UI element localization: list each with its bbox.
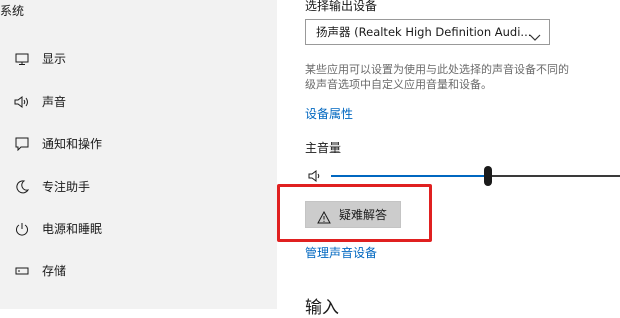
description-line: 级声音选项中自定义应用音量和设备。	[305, 78, 492, 91]
sidebar-item-power-sleep[interactable]: 电源和睡眠	[0, 211, 277, 247]
master-volume-label: 主音量	[305, 141, 342, 155]
output-device-value: 扬声器 (Realtek High Definition Audi...	[316, 25, 532, 39]
input-section-heading: 输入	[305, 298, 339, 318]
manage-sound-devices-link[interactable]: 管理声音设备	[305, 244, 377, 261]
power-icon	[12, 211, 32, 247]
settings-sidebar: 系统 显示 声音 通知和操作 专注助手 电源和睡眠 存储	[0, 0, 277, 309]
sound-settings-panel: 选择输出设备 扬声器 (Realtek High Definition Audi…	[277, 0, 620, 318]
sidebar-item-label: 声音	[42, 95, 67, 109]
sidebar-item-storage[interactable]: 存储	[0, 253, 277, 289]
chevron-down-icon	[529, 27, 541, 46]
speaker-icon	[12, 84, 32, 120]
notification-icon	[12, 126, 32, 162]
sidebar-item-label: 电源和睡眠	[42, 222, 103, 236]
moon-icon	[12, 169, 32, 205]
sidebar-item-focus-assist[interactable]: 专注助手	[0, 169, 277, 205]
sidebar-item-notifications[interactable]: 通知和操作	[0, 126, 277, 162]
sidebar-item-sound[interactable]: 声音	[0, 84, 277, 120]
sidebar-item-label: 显示	[42, 52, 67, 66]
red-highlight-annotation	[277, 184, 432, 242]
storage-icon	[12, 253, 32, 289]
sidebar-title: 系统	[0, 4, 25, 18]
output-description: 某些应用可以设置为使用与此处选择的声音设备不同的 级声音选项中自定义应用音量和设…	[305, 62, 620, 92]
volume-slider-fill[interactable]	[331, 175, 488, 177]
volume-slider-track[interactable]	[488, 175, 620, 177]
sidebar-item-label: 存储	[42, 264, 67, 278]
volume-slider-thumb[interactable]	[484, 166, 492, 186]
sidebar-item-label: 专注助手	[42, 180, 91, 194]
sidebar-item-label: 通知和操作	[42, 137, 103, 151]
sidebar-item-display[interactable]: 显示	[0, 41, 277, 77]
output-device-dropdown[interactable]: 扬声器 (Realtek High Definition Audi...	[305, 19, 550, 45]
output-device-heading: 选择输出设备	[305, 0, 378, 13]
monitor-icon	[12, 41, 32, 77]
description-line: 某些应用可以设置为使用与此处选择的声音设备不同的	[305, 63, 569, 76]
device-properties-link[interactable]: 设备属性	[305, 105, 353, 122]
